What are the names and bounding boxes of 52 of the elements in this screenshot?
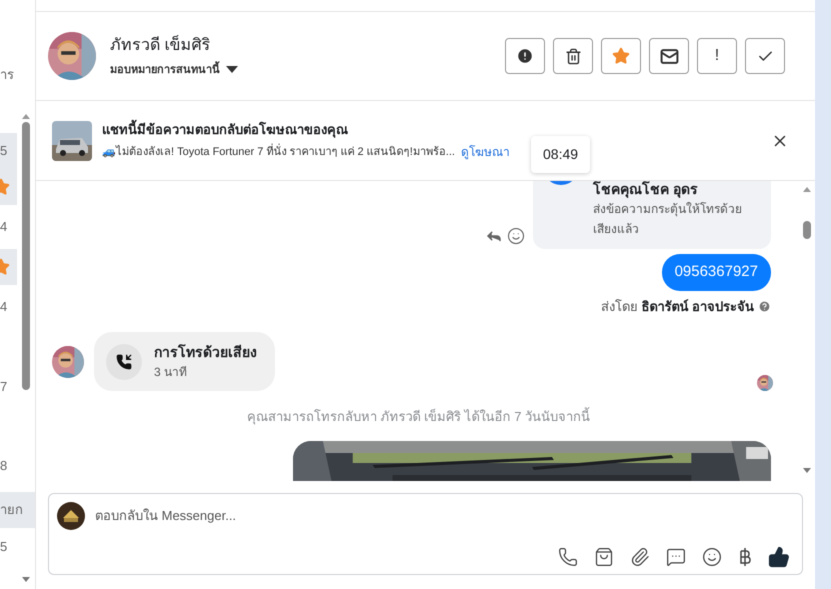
- sent-by-text: ส่งโดย ธิดารัตน์ อาจประจัน: [600, 298, 754, 316]
- action-button[interactable]: [649, 38, 689, 74]
- list-fragment: 5: [0, 538, 8, 556]
- avatar: [52, 346, 84, 378]
- action-button[interactable]: [505, 38, 545, 74]
- star-icon: [612, 47, 630, 65]
- list-fragment: ายก: [0, 501, 23, 520]
- ad-text: 🚙ไม่ต้องลังเล! Toyota Fortuner 7 ที่นั่ง ราคาเบาๆ แค่ 2 แสนนิดๆ!มาพร้อ...: [102, 144, 455, 160]
- call-title: การโทรด้วยเสียง: [154, 343, 257, 362]
- paperclip-icon: [630, 547, 650, 567]
- like-icon: [768, 546, 790, 568]
- action-button[interactable]: [553, 38, 593, 74]
- reply-input[interactable]: ตอบกลับใน Messenger...: [95, 506, 794, 526]
- list-fragment: 8: [0, 457, 8, 476]
- assign-dropdown[interactable]: มอบหมายการสนทนานี้: [110, 62, 238, 78]
- action-button[interactable]: !: [697, 38, 737, 74]
- list-fragment: 7: [0, 378, 8, 396]
- list-fragment: 4: [0, 218, 8, 236]
- scrollbar-thumb[interactable]: [803, 221, 811, 239]
- reply-field[interactable]: ตอบกลับใน Messenger...: [48, 493, 803, 575]
- caret-icon: [226, 66, 238, 74]
- call-duration: 3 นาที: [154, 364, 188, 381]
- scroll-down-icon[interactable]: [20, 576, 30, 584]
- contact-avatar: [48, 32, 96, 80]
- scroll-up-icon[interactable]: [802, 185, 812, 193]
- seen-avatar: [757, 375, 773, 391]
- list-fragment: าร: [0, 66, 14, 84]
- smile-icon: [702, 547, 722, 567]
- view-ad-link[interactable]: ดูโฆษณา: [460, 142, 510, 161]
- emoji-icon[interactable]: [507, 227, 525, 245]
- list-fragment: 4: [0, 298, 8, 316]
- message-bubble: 0956367927: [662, 254, 771, 290]
- scrollbar-thumb[interactable]: [22, 122, 30, 390]
- list-fragment: 5: [0, 142, 8, 160]
- page-avatar: [57, 502, 85, 530]
- contact-name: ภัทรวดี เข็มศิริ: [110, 34, 212, 56]
- bag-icon: [594, 547, 614, 567]
- scroll-down-icon[interactable]: [802, 467, 812, 475]
- mail-icon: [660, 46, 678, 66]
- phone-icon: [558, 547, 578, 567]
- call-icon: [106, 344, 142, 380]
- chat-icon: [666, 547, 686, 567]
- card-text: ส่งข้อความกระตุ้นให้โทรด้วยเสียงแล้ว: [593, 201, 743, 238]
- scroll-up-icon[interactable]: [20, 112, 30, 120]
- card-title: โชคคุณโชค อุดร: [593, 181, 699, 199]
- trash-icon: [564, 48, 582, 64]
- baht-icon: [738, 547, 752, 567]
- alert-icon: [516, 47, 534, 65]
- help-icon[interactable]: [758, 300, 771, 313]
- notice-text: คุณสามารถโทรกลับหา ภัทรวดี เข็มศิริ ได้ในอีก 7 วันนับจากนี้: [246, 407, 592, 426]
- ad-title: แชทนี้มีข้อความตอบกลับต่อโฆษณาของคุณ: [102, 120, 510, 140]
- time-tooltip: 08:49: [531, 136, 590, 173]
